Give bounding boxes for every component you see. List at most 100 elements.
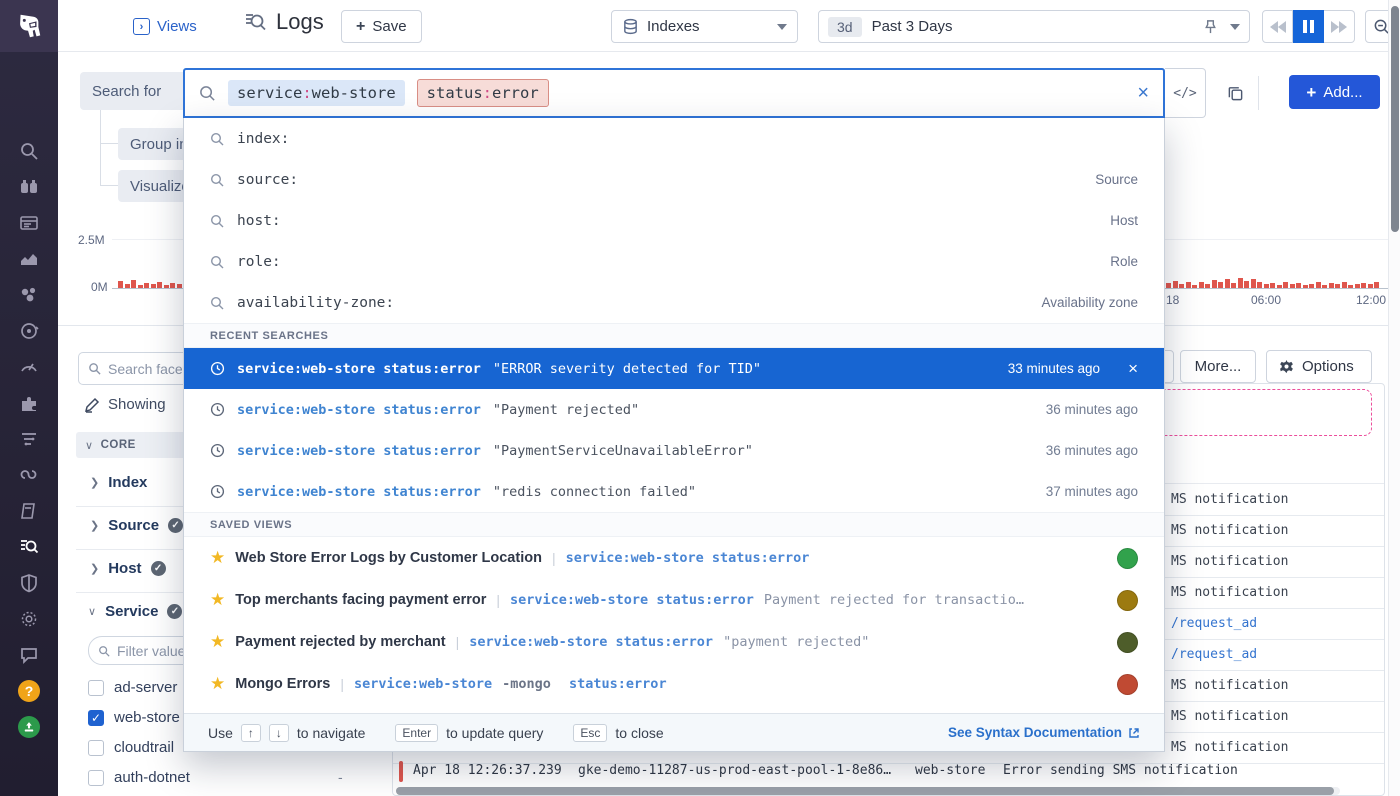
facet-host[interactable]: ❯ Host ✓ (90, 560, 166, 577)
vertical-scrollbar[interactable] (1388, 0, 1400, 796)
indexes-select[interactable]: Indexes (611, 10, 798, 43)
dashboards-icon[interactable] (18, 212, 40, 234)
pipelines-icon[interactable] (18, 428, 40, 450)
time-range-label: Past 3 Days (872, 18, 953, 35)
clear-search-icon[interactable]: × (1137, 82, 1149, 105)
security-icon[interactable] (18, 572, 40, 594)
facet-index[interactable]: ❯ Index (90, 474, 147, 491)
logs-icon-active[interactable] (18, 536, 40, 558)
network-icon[interactable] (18, 608, 40, 630)
pin-icon[interactable] (1203, 19, 1218, 34)
checkbox-checked[interactable]: ✓ (88, 710, 104, 726)
divider: | (496, 592, 500, 608)
log-row-expanded[interactable]: Apr 18 12:26:37.239 gke-demo-11287-us-pr… (393, 757, 1384, 787)
avatar (1117, 632, 1138, 653)
error-severity-bar (399, 761, 403, 782)
scrollbar-thumb[interactable] (1391, 6, 1399, 232)
scrollbar-thumb[interactable] (396, 787, 1334, 795)
metrics-icon[interactable] (18, 248, 40, 270)
check-icon: ✓ (167, 604, 182, 619)
save-button[interactable]: + Save (341, 10, 422, 43)
pause-icon (1303, 20, 1314, 33)
arrow-down-key: ↓ (269, 724, 289, 742)
query-token-status[interactable]: status:error (417, 79, 549, 107)
forward-button[interactable] (1324, 10, 1355, 43)
showing-facets-control[interactable]: Showing (84, 396, 166, 413)
divider: | (340, 676, 344, 692)
chevron-down-icon: ∨ (88, 605, 96, 618)
connector-line (100, 143, 118, 144)
pencil-icon (84, 397, 100, 413)
search-icon (210, 132, 224, 146)
recent-search-item[interactable]: service:web-store status:error "ERROR se… (184, 348, 1164, 389)
service-option-ad-server[interactable]: ad-server (88, 679, 177, 696)
infrastructure-icon[interactable] (18, 284, 40, 306)
service-option-auth-dotnet[interactable]: auth-dotnet (88, 769, 190, 786)
recent-searches-header: RECENT SEARCHES (184, 323, 1164, 348)
query-token-service[interactable]: service:web-store (228, 80, 405, 106)
checkbox-unchecked[interactable] (88, 680, 104, 696)
datadog-dog-icon (14, 11, 44, 41)
indexes-label: Indexes (647, 18, 700, 35)
checkbox-unchecked[interactable] (88, 740, 104, 756)
log-histogram-right[interactable] (1166, 268, 1379, 288)
facet-service[interactable]: ∨ Service ✓ (88, 603, 182, 620)
facet-source[interactable]: ❯ Source ✓ (90, 517, 183, 534)
saved-view-item[interactable]: ★ Web Store Error Logs by Customer Locat… (184, 537, 1164, 579)
watchdog-icon[interactable] (18, 176, 40, 198)
log-histogram-left[interactable] (118, 268, 182, 288)
log-search-bar[interactable]: service:web-store status:error × (183, 68, 1165, 118)
more-button[interactable]: More... (1180, 350, 1256, 383)
notebooks-icon[interactable] (18, 500, 40, 522)
raw-query-toggle-button[interactable]: </> (1165, 68, 1206, 118)
x-tick-0600: 06:00 (1251, 293, 1281, 307)
suggestion-index[interactable]: index: (184, 118, 1164, 159)
integrations-icon[interactable] (18, 392, 40, 414)
filter-values-placeholder: Filter values (117, 643, 192, 659)
horizontal-scrollbar[interactable] (396, 787, 1340, 795)
copy-button[interactable] (1220, 78, 1250, 108)
checkbox-unchecked[interactable] (88, 770, 104, 786)
gauge-icon[interactable] (18, 356, 40, 378)
clock-icon (210, 402, 225, 417)
saved-views-header: SAVED VIEWS (184, 512, 1164, 537)
service-option-web-store[interactable]: ✓ web-store (88, 709, 180, 726)
recent-search-item[interactable]: service:web-store status:error "Payment … (184, 389, 1164, 430)
log-timestamp: Apr 18 12:26:37.239 (413, 763, 562, 778)
gear-icon (1279, 359, 1294, 374)
time-range-select[interactable]: 3d Past 3 Days (818, 10, 1250, 43)
help-icon[interactable]: ? (18, 680, 40, 702)
suggestion-role[interactable]: role: Role (184, 241, 1164, 282)
recent-search-item[interactable]: service:web-store status:error "redis co… (184, 471, 1164, 512)
rewind-button[interactable] (1262, 10, 1293, 43)
recent-search-item[interactable]: service:web-store status:error "PaymentS… (184, 430, 1164, 471)
suggestion-availability-zone[interactable]: availability-zone: Availability zone (184, 282, 1164, 323)
chevron-down-icon: ∨ (85, 439, 94, 452)
add-button[interactable]: + Add... (1289, 75, 1380, 109)
search-icon[interactable] (18, 140, 40, 162)
options-button[interactable]: Options (1266, 350, 1372, 383)
saved-view-item[interactable]: ★ Top merchants facing payment error | s… (184, 579, 1164, 621)
syntax-documentation-link[interactable]: See Syntax Documentation (948, 725, 1140, 740)
x-tick-18: 18 (1166, 293, 1179, 307)
check-icon: ✓ (168, 518, 183, 533)
dropdown-footer: Use ↑ ↓ to navigate Enter to update quer… (184, 713, 1164, 751)
service-option-cloudtrail[interactable]: cloudtrail (88, 739, 174, 756)
suggestion-host[interactable]: host: Host (184, 200, 1164, 241)
copy-icon (1227, 85, 1244, 102)
traces-icon[interactable] (18, 464, 40, 486)
pause-button[interactable] (1293, 10, 1324, 43)
datadog-logo[interactable] (0, 0, 58, 52)
avatar (1117, 548, 1138, 569)
suggestion-source[interactable]: source: Source (184, 159, 1164, 200)
chevron-right-icon: ❯ (90, 519, 99, 532)
feedback-icon[interactable] (18, 644, 40, 666)
saved-view-item[interactable]: ★ Mongo Errors | service:web-store-mongo… (184, 663, 1164, 705)
monitors-icon[interactable] (18, 320, 40, 342)
saved-view-item[interactable]: ★ Payment rejected by merchant | service… (184, 621, 1164, 663)
x-tick-1200: 12:00 (1356, 293, 1386, 307)
views-button[interactable]: › Views (133, 10, 197, 43)
whats-new-icon[interactable] (18, 716, 40, 738)
remove-recent-icon[interactable]: × (1128, 359, 1138, 379)
star-icon: ★ (210, 548, 225, 568)
